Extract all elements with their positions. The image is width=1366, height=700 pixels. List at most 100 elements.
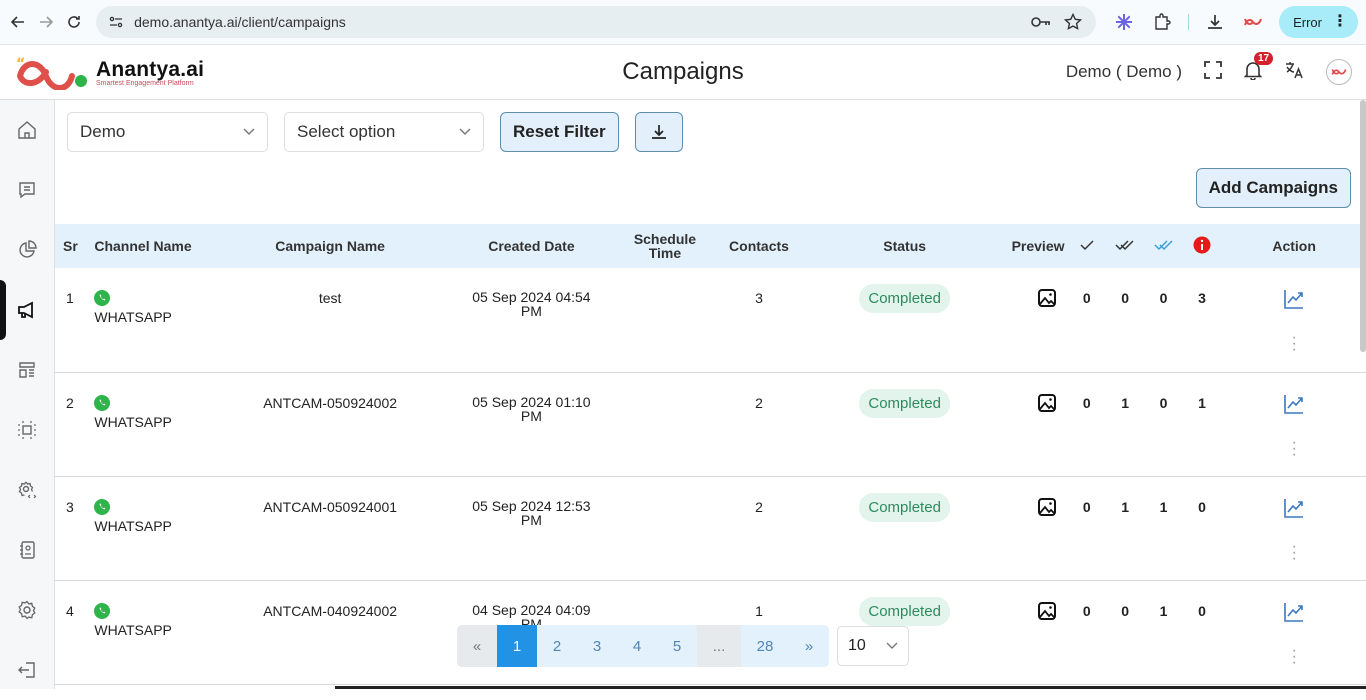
image-preview-icon[interactable] <box>1037 601 1057 621</box>
header-action: Action <box>1272 238 1316 254</box>
per-page-value: 10 <box>848 637 866 654</box>
per-page-select[interactable]: 10 <box>837 626 909 666</box>
cell-contacts: 2 <box>755 498 763 515</box>
brand-logo[interactable]: “ Anantya.ai Smartest Engagement Platfor… <box>0 54 204 90</box>
whatsapp-icon <box>94 394 111 411</box>
password-key-icon[interactable] <box>1030 16 1052 28</box>
forward-button[interactable] <box>36 8 56 36</box>
cell-status: Completed <box>820 372 990 476</box>
sidebar-item-analytics[interactable] <box>0 220 54 280</box>
table-row: 2 WHATSAPP ANTCAM-050924002 05 Sep 2024 … <box>55 372 1366 476</box>
kebab-menu-icon: ⋮ <box>1331 13 1348 30</box>
cell-contacts: 2 <box>755 394 763 411</box>
analytics-trend-icon[interactable] <box>1283 393 1305 415</box>
pagination-page-2[interactable]: 2 <box>537 625 577 667</box>
reload-button[interactable] <box>64 8 84 36</box>
analytics-trend-icon[interactable] <box>1283 601 1305 623</box>
cell-campaign-name: ANTCAM-050924001 <box>263 498 398 515</box>
svg-text:“: “ <box>16 56 25 72</box>
analytics-trend-icon[interactable] <box>1283 497 1305 519</box>
brand-tagline: Smartest Engagement Platform <box>96 79 194 87</box>
image-preview-icon[interactable] <box>1037 393 1057 413</box>
cell-read-count: 1 <box>1159 602 1168 619</box>
account-select-value: Demo <box>80 122 126 141</box>
anantya-extension-icon[interactable] <box>1241 10 1265 34</box>
fullscreen-icon[interactable] <box>1204 60 1222 84</box>
cell-failed-count: 0 <box>1198 498 1206 515</box>
sidebar-item-settings[interactable] <box>0 580 54 640</box>
channel-name: WHATSAPP <box>94 413 172 430</box>
image-preview-icon[interactable] <box>1037 497 1057 517</box>
status-badge: Completed <box>859 492 950 522</box>
cell-failed-count: 3 <box>1198 290 1206 306</box>
cell-sent-count: 0 <box>1082 498 1091 515</box>
megaphone-icon <box>18 301 33 319</box>
whatsapp-icon <box>94 290 111 306</box>
pagination-last-page[interactable]: 28 <box>741 625 789 667</box>
option-select[interactable]: Select option <box>284 112 484 152</box>
cell-channel: WHATSAPP <box>87 580 229 684</box>
cell-sent-count: 0 <box>1082 394 1091 411</box>
user-label[interactable]: Demo ( Demo ) <box>1066 62 1182 82</box>
status-badge: Completed <box>859 596 950 626</box>
pagination-next[interactable]: » <box>789 625 829 667</box>
pagination-ellipsis: ... <box>697 625 741 667</box>
extensions-puzzle-icon[interactable] <box>1150 10 1174 34</box>
sidebar-item-campaigns[interactable] <box>0 280 54 340</box>
pagination-page-4[interactable]: 4 <box>617 625 657 667</box>
cell-campaign-name: test <box>318 290 342 306</box>
focus-icon <box>18 421 36 439</box>
cell-read-count: 0 <box>1159 394 1168 411</box>
pagination-page-5[interactable]: 5 <box>657 625 697 667</box>
sidebar-item-chat[interactable] <box>0 160 54 220</box>
cell-action: · · · <box>1222 580 1366 684</box>
home-icon <box>18 121 36 139</box>
sidebar-item-templates[interactable] <box>0 340 54 400</box>
image-preview-icon[interactable] <box>1037 288 1057 308</box>
translate-icon[interactable] <box>1284 60 1304 85</box>
header-schedule-time: Schedule Time <box>632 224 699 268</box>
row-menu-button[interactable]: · · · <box>1222 330 1366 358</box>
notifications-button[interactable]: 17 <box>1243 51 1274 85</box>
whatsapp-icon <box>94 602 111 619</box>
pagination-page-3[interactable]: 3 <box>577 625 617 667</box>
cell-preview <box>990 372 1069 476</box>
url-text[interactable]: demo.anantya.ai/client/campaigns <box>134 14 1020 30</box>
analytics-trend-icon[interactable] <box>1283 288 1305 310</box>
chevron-down-icon <box>459 128 471 135</box>
cell-schedule-time <box>632 372 699 476</box>
address-bar[interactable]: demo.anantya.ai/client/campaigns <box>96 6 1097 38</box>
cell-created-date: 05 Sep 2024 12:53 PM <box>431 476 631 580</box>
bookmark-star-icon[interactable] <box>1062 13 1084 31</box>
account-select[interactable]: Demo <box>67 112 268 152</box>
pagination-first[interactable]: « <box>457 625 497 667</box>
cell-channel: WHATSAPP <box>87 476 229 580</box>
cell-channel: WHATSAPP <box>87 372 229 476</box>
sidebar-item-logout[interactable] <box>0 640 54 700</box>
cell-preview <box>990 580 1069 684</box>
cell-sr: 3 <box>66 498 74 515</box>
cell-failed-count: 1 <box>1198 394 1206 411</box>
sidebar-item-flows[interactable] <box>0 400 54 460</box>
row-menu-button[interactable]: · · · <box>1222 434 1366 462</box>
add-campaigns-button[interactable]: Add Campaigns <box>1195 168 1351 208</box>
site-settings-icon[interactable] <box>108 14 124 30</box>
downloads-icon[interactable] <box>1203 10 1227 34</box>
sidebar-item-contacts[interactable] <box>0 520 54 580</box>
sidebar-item-developer-settings[interactable] <box>0 460 54 520</box>
profile-error-button[interactable]: Error ⋮ <box>1279 6 1358 38</box>
back-button[interactable] <box>8 8 28 36</box>
extension-asterisk-icon[interactable] <box>1112 10 1136 34</box>
cell-read-count: 1 <box>1159 498 1168 515</box>
row-menu-button[interactable]: · · · <box>1222 642 1366 670</box>
sidebar-item-home[interactable] <box>0 100 54 160</box>
user-avatar[interactable] <box>1326 59 1352 85</box>
header-contacts: Contacts <box>729 238 789 254</box>
row-menu-button[interactable]: · · · <box>1222 538 1366 566</box>
download-button[interactable] <box>634 112 683 152</box>
cell-action: · · · <box>1222 372 1366 476</box>
page-scrollbar[interactable] <box>1360 100 1366 352</box>
reset-filter-button[interactable]: Reset Filter <box>500 112 619 152</box>
pagination-page-1[interactable]: 1 <box>497 625 537 667</box>
error-info-icon <box>1193 236 1211 254</box>
